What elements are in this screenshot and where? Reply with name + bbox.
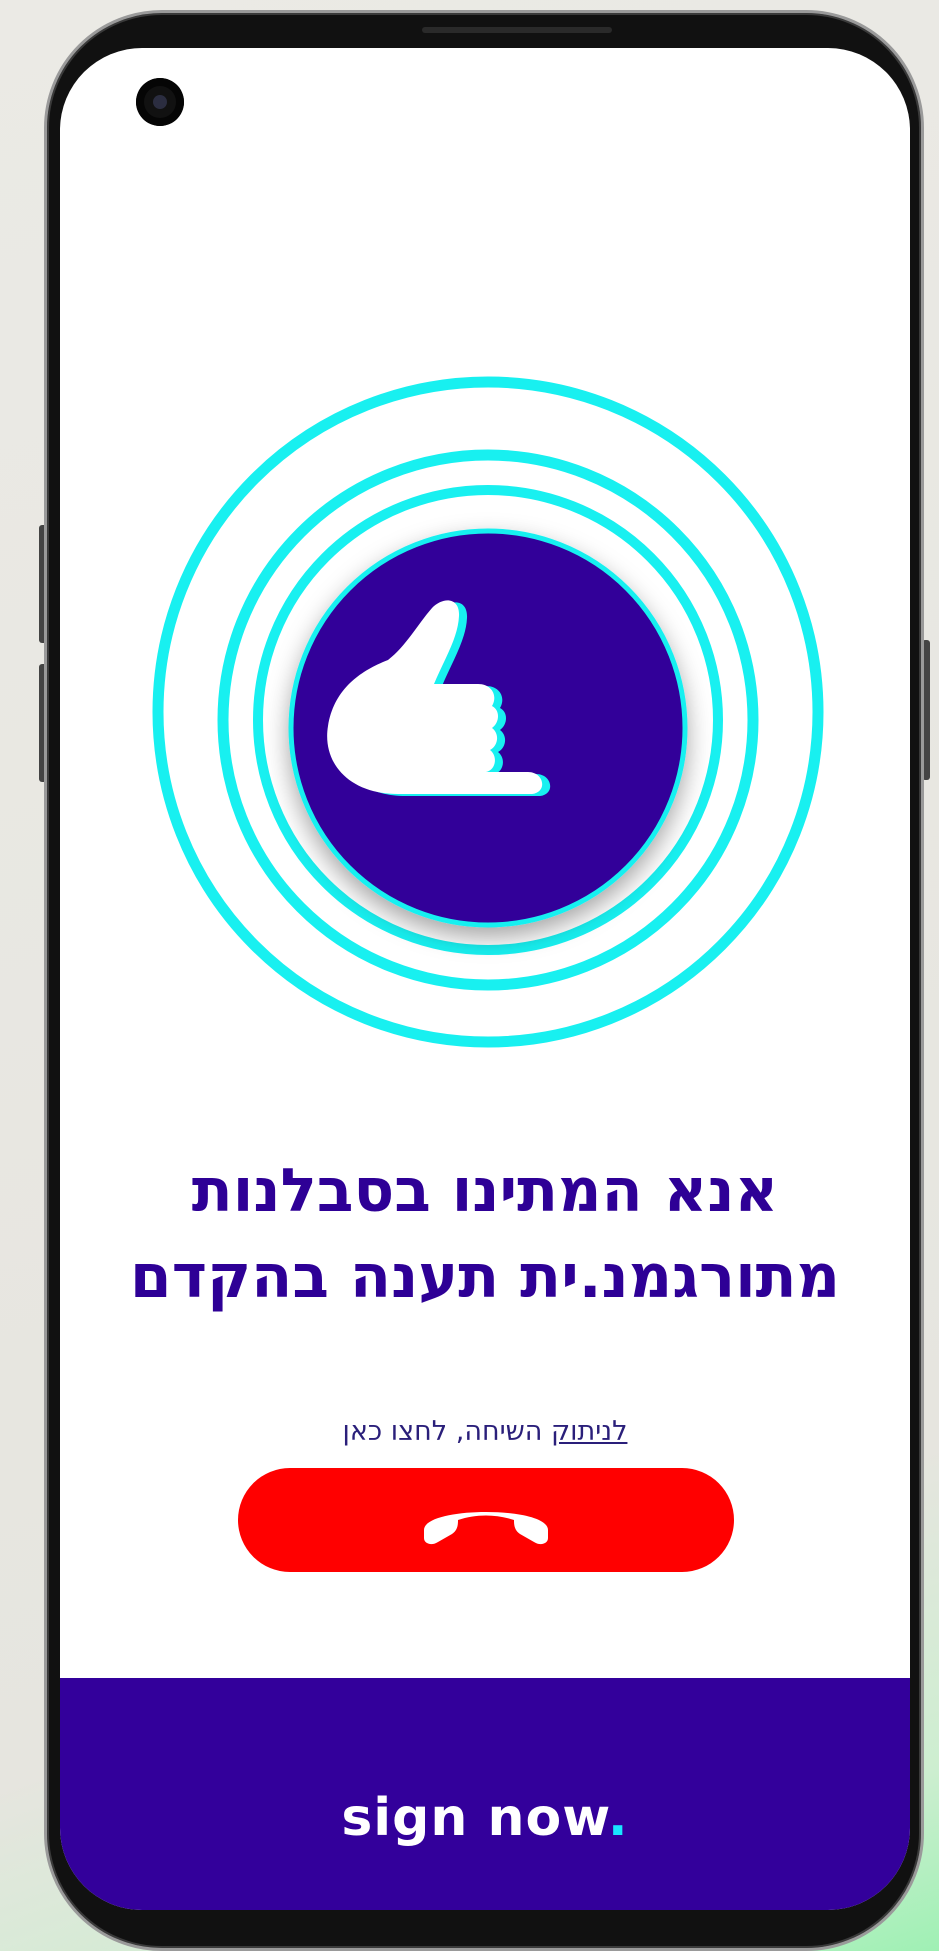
brand-dot: . (607, 1788, 629, 1848)
waiting-message-line1: אנא המתינו בסבלנות (191, 1156, 779, 1226)
front-camera-icon (136, 78, 184, 126)
phone-screen: אנא המתינו בסבלנות מתורגמנ.ית תענה בהקדם… (60, 48, 910, 1910)
hangup-button[interactable] (238, 1468, 734, 1572)
disconnect-instruction-text: השיחה, לחצו כאן (342, 1416, 551, 1447)
phone-hangup-icon (424, 1512, 548, 1545)
brand-logo: sign now. (60, 1788, 910, 1848)
waiting-message: אנא המתינו בסבלנות מתורגמנ.ית תענה בהקדם (60, 1148, 910, 1320)
brand-text: sign now (341, 1788, 608, 1848)
waiting-message-line2: מתורגמנ.ית תענה בהקדם (129, 1242, 841, 1312)
speaker-grille (422, 27, 612, 33)
disconnect-instruction: לניתוק השיחה, לחצו כאן (60, 1416, 910, 1447)
disconnect-link[interactable]: לניתוק (551, 1416, 627, 1447)
calling-indicator (152, 376, 824, 1048)
